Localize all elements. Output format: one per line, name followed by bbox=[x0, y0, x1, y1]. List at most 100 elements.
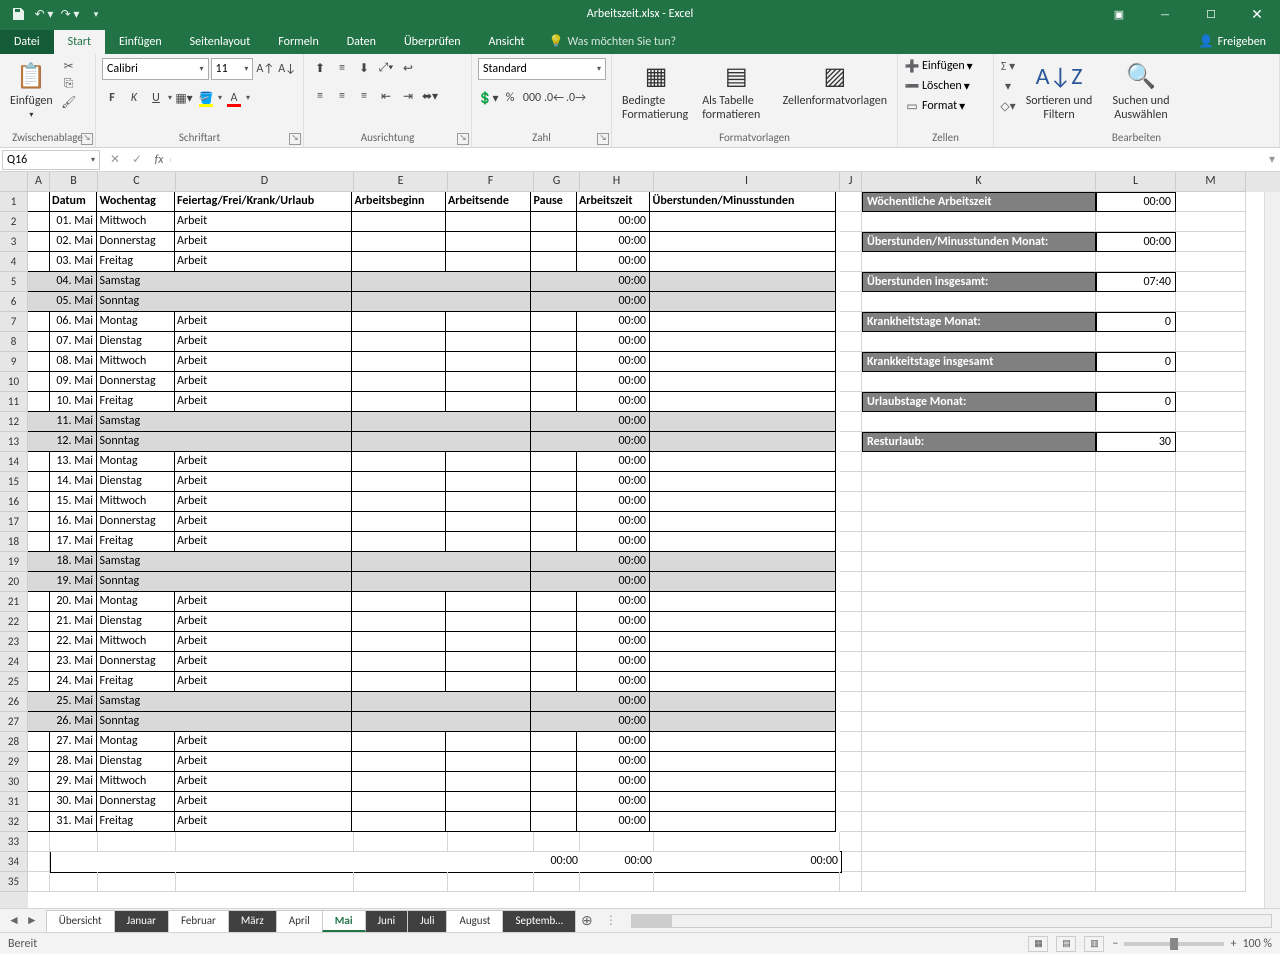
column-header-L[interactable]: L bbox=[1096, 172, 1176, 192]
row-header-9[interactable]: 9 bbox=[0, 352, 28, 372]
sheet-tab-märz[interactable]: März bbox=[228, 910, 277, 932]
cell[interactable] bbox=[531, 692, 577, 712]
cell[interactable] bbox=[650, 512, 836, 532]
cell[interactable] bbox=[531, 512, 577, 532]
cell[interactable] bbox=[445, 552, 531, 572]
summary-value[interactable]: 07:40 bbox=[1096, 272, 1176, 292]
sheet-tab-april[interactable]: April bbox=[276, 910, 323, 932]
cell[interactable] bbox=[531, 752, 577, 772]
cell[interactable]: 00:00 bbox=[576, 632, 650, 652]
cell[interactable]: 00:00 bbox=[576, 472, 650, 492]
increase-indent-icon[interactable]: ⇥ bbox=[398, 86, 418, 106]
new-sheet-button[interactable]: ⊕ bbox=[575, 912, 599, 929]
align-top-icon[interactable]: ⬆ bbox=[310, 58, 330, 78]
normal-view-icon[interactable]: ▦ bbox=[1028, 936, 1048, 952]
cell[interactable] bbox=[352, 332, 446, 352]
sheet-tab-septemb…[interactable]: Septemb… bbox=[502, 910, 575, 932]
cell[interactable] bbox=[650, 452, 836, 472]
column-header-F[interactable]: F bbox=[448, 172, 534, 192]
cell[interactable]: 00:00 bbox=[576, 772, 650, 792]
cell[interactable] bbox=[352, 632, 446, 652]
cell[interactable] bbox=[650, 492, 836, 512]
cell[interactable] bbox=[28, 212, 50, 232]
tab-seitenlayout[interactable]: Seitenlayout bbox=[176, 30, 265, 54]
row-header-16[interactable]: 16 bbox=[0, 492, 28, 512]
save-icon[interactable] bbox=[6, 2, 30, 26]
cell[interactable]: Arbeit bbox=[174, 472, 352, 492]
cell[interactable] bbox=[352, 772, 446, 792]
cell[interactable] bbox=[445, 292, 531, 312]
row-header-24[interactable]: 24 bbox=[0, 652, 28, 672]
cell[interactable]: 00:00 bbox=[576, 272, 650, 292]
increase-font-icon[interactable]: A↑ bbox=[255, 59, 275, 79]
share-button[interactable]: 👤Freigeben bbox=[1185, 29, 1280, 54]
expand-formula-bar-icon[interactable]: ▾ bbox=[1264, 152, 1280, 167]
cell[interactable] bbox=[445, 332, 531, 352]
name-box[interactable]: Q16▾ bbox=[2, 150, 100, 170]
cell[interactable]: Arbeit bbox=[174, 512, 352, 532]
header-E[interactable]: Arbeitsbeginn bbox=[352, 192, 446, 212]
cell[interactable]: 20. Mai bbox=[49, 592, 97, 612]
cell[interactable]: Sonntag bbox=[97, 572, 175, 592]
cell[interactable]: Samstag bbox=[97, 272, 175, 292]
cell[interactable]: Freitag bbox=[97, 532, 175, 552]
summary-value[interactable]: 0 bbox=[1096, 352, 1176, 372]
cell[interactable] bbox=[445, 252, 531, 272]
cell[interactable]: 04. Mai bbox=[49, 272, 97, 292]
cell[interactable]: Arbeit bbox=[174, 372, 352, 392]
percent-icon[interactable]: % bbox=[500, 88, 520, 108]
header-B[interactable]: Datum bbox=[49, 192, 97, 212]
cell-styles-button[interactable]: ▨Zellenformatvorlagen bbox=[779, 58, 891, 130]
row-header-22[interactable]: 22 bbox=[0, 612, 28, 632]
qat-customize-icon[interactable]: ▾ bbox=[84, 2, 108, 26]
cell[interactable] bbox=[352, 472, 446, 492]
cell[interactable]: 00:00 bbox=[576, 352, 650, 372]
italic-button[interactable]: K bbox=[124, 88, 144, 108]
cell[interactable]: 00:00 bbox=[576, 532, 650, 552]
cell[interactable]: Montag bbox=[97, 732, 175, 752]
cell[interactable] bbox=[531, 632, 577, 652]
find-select-button[interactable]: 🔍Suchen und Auswählen bbox=[1102, 58, 1180, 130]
cell[interactable] bbox=[650, 572, 836, 592]
cell[interactable]: Mittwoch bbox=[97, 772, 175, 792]
cell[interactable] bbox=[445, 312, 531, 332]
cell[interactable] bbox=[174, 292, 352, 312]
cell[interactable] bbox=[352, 712, 446, 732]
cell[interactable] bbox=[531, 352, 577, 372]
cell[interactable]: 24. Mai bbox=[49, 672, 97, 692]
border-button[interactable]: ▦▾ bbox=[174, 88, 194, 108]
cell[interactable]: Freitag bbox=[97, 812, 175, 832]
horizontal-scrollbar[interactable] bbox=[631, 914, 1272, 928]
summary-value[interactable]: 00:00 bbox=[1096, 232, 1176, 252]
underline-button[interactable]: U bbox=[146, 88, 166, 108]
cell[interactable]: Mittwoch bbox=[97, 632, 175, 652]
cell[interactable] bbox=[445, 772, 531, 792]
delete-cells-button[interactable]: ➖Löschen ▾ bbox=[904, 78, 973, 94]
paste-button[interactable]: 📋Einfügen▾ bbox=[6, 58, 57, 130]
cell[interactable]: Dienstag bbox=[97, 472, 175, 492]
cell[interactable] bbox=[352, 572, 446, 592]
sheet-tab-juni[interactable]: Juni bbox=[365, 910, 409, 932]
row-header-4[interactable]: 4 bbox=[0, 252, 28, 272]
cell[interactable]: 01. Mai bbox=[49, 212, 97, 232]
column-header-G[interactable]: G bbox=[534, 172, 580, 192]
cell[interactable]: Dienstag bbox=[97, 752, 175, 772]
cell[interactable]: 12. Mai bbox=[49, 432, 97, 452]
cell[interactable] bbox=[28, 692, 50, 712]
column-header-D[interactable]: D bbox=[176, 172, 354, 192]
cell[interactable] bbox=[650, 272, 836, 292]
row-header-1[interactable]: 1 bbox=[0, 192, 28, 212]
row-header-31[interactable]: 31 bbox=[0, 792, 28, 812]
cell[interactable] bbox=[352, 212, 446, 232]
tab-datei[interactable]: Datei bbox=[0, 30, 54, 54]
copy-icon[interactable]: ⎘ bbox=[61, 76, 77, 92]
row-header-15[interactable]: 15 bbox=[0, 472, 28, 492]
cell[interactable]: Mittwoch bbox=[97, 212, 175, 232]
cell[interactable]: 00:00 bbox=[576, 652, 650, 672]
cell[interactable] bbox=[650, 292, 836, 312]
summary-label[interactable]: Überstunden insgesamt: bbox=[862, 272, 1096, 292]
enter-formula-icon[interactable]: ✓ bbox=[126, 152, 148, 167]
row-header-17[interactable]: 17 bbox=[0, 512, 28, 532]
summary-value[interactable]: 0 bbox=[1096, 392, 1176, 412]
insert-cells-button[interactable]: ➕Einfügen ▾ bbox=[904, 58, 973, 74]
